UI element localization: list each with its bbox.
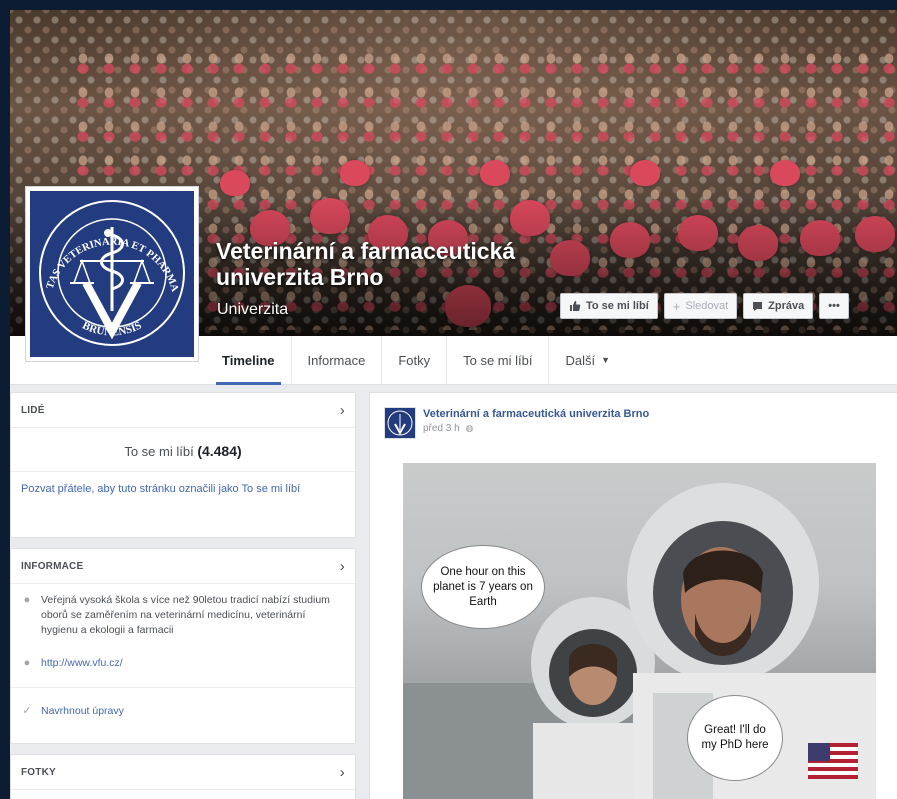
tab-fotky-label: Fotky xyxy=(398,352,431,368)
facebook-page: Veterinární a farmaceutická univerzita B… xyxy=(10,10,897,799)
more-options-button[interactable]: ••• xyxy=(819,293,849,319)
profile-picture[interactable]: UNIVERSITAS VETERINARIA ET PHARMACEUTICA… xyxy=(25,183,199,362)
message-button[interactable]: Zpráva xyxy=(743,293,814,319)
checkmark-icon: ✓ xyxy=(22,705,32,717)
photos-header[interactable]: FOTKY › xyxy=(11,755,355,790)
tab-fotky[interactable]: Fotky xyxy=(382,336,448,384)
tab-likes[interactable]: To se mi líbí xyxy=(447,336,550,384)
globe-icon: ◍ xyxy=(465,423,474,433)
speech-bubble-right: Great! I'll do my PhD here xyxy=(687,695,783,781)
plus-icon: + xyxy=(672,298,681,314)
post-author-avatar[interactable] xyxy=(384,407,416,439)
tab-informace[interactable]: Informace xyxy=(292,336,383,384)
people-header[interactable]: LIDÉ › xyxy=(11,393,355,428)
post-author-name[interactable]: Veterinární a farmaceutická univerzita B… xyxy=(423,408,649,420)
suggest-edits-row[interactable]: ✓ Navrhnout úpravy xyxy=(11,687,355,723)
svg-text:UNIVERSITAS VETERINARIA ET PHA: UNIVERSITAS VETERINARIA ET PHARMACEUTICA xyxy=(30,191,180,294)
likes-label: To se mi líbí xyxy=(124,444,194,459)
about-card: INFORMACE › ● Veřejná vysoká škola s víc… xyxy=(10,548,356,744)
globe-icon: ● xyxy=(23,657,31,669)
like-page-label: To se mi líbí xyxy=(586,300,649,312)
follow-button[interactable]: + Sledovat xyxy=(663,293,738,319)
page-tabs: Timeline Informace Fotky To se mi líbí D… xyxy=(206,336,626,385)
thumbs-up-icon xyxy=(570,301,581,311)
flag-patch xyxy=(808,743,858,779)
info-icon: ● xyxy=(23,594,31,606)
more-icon: ••• xyxy=(828,300,840,312)
chevron-right-icon: › xyxy=(339,401,345,419)
university-logo: UNIVERSITAS VETERINARIA ET PHARMACEUTICA… xyxy=(26,183,194,357)
suggest-edits[interactable]: Navrhnout úpravy xyxy=(41,704,124,719)
speech-bubble-left: One hour on this planet is 7 years on Ea… xyxy=(421,545,545,629)
about-description: Veřejná vysoká škola s více než 90letou … xyxy=(41,594,330,636)
about-header[interactable]: INFORMACE › xyxy=(11,549,355,584)
tab-likes-label: To se mi líbí xyxy=(463,352,533,368)
invite-friends-link[interactable]: Pozvat přátele, aby tuto stránku označil… xyxy=(11,472,355,507)
people-header-label: LIDÉ xyxy=(21,404,45,416)
about-website-row[interactable]: ● http://www.vfu.cz/ xyxy=(11,642,355,675)
follow-label: Sledovat xyxy=(685,300,729,312)
astronauts-illustration xyxy=(403,483,876,799)
post-image[interactable]: One hour on this planet is 7 years on Ea… xyxy=(403,463,876,799)
tab-more-label: Další xyxy=(565,352,596,368)
post-timestamp[interactable]: před 3 h ◍ xyxy=(423,423,473,434)
tab-timeline-label: Timeline xyxy=(222,352,275,368)
post-time-text: před 3 h xyxy=(423,423,460,434)
tab-more[interactable]: Další ▼ xyxy=(549,336,626,384)
message-icon xyxy=(753,301,763,311)
message-label: Zpráva xyxy=(768,300,805,312)
chevron-right-icon: › xyxy=(339,557,345,575)
people-card: LIDÉ › To se mi líbí (4.484) Pozvat přát… xyxy=(10,392,356,538)
page-category[interactable]: Univerzita xyxy=(217,301,288,319)
tab-timeline[interactable]: Timeline xyxy=(206,336,292,385)
about-description-row: ● Veřejná vysoká škola s více než 90leto… xyxy=(11,584,355,642)
caret-down-icon: ▼ xyxy=(601,355,611,365)
post-card: Veterinární a farmaceutická univerzita B… xyxy=(369,392,897,799)
like-page-button[interactable]: To se mi líbí xyxy=(560,293,658,319)
photos-card: FOTKY › xyxy=(10,754,356,799)
likes-count-line: To se mi líbí (4.484) xyxy=(11,428,355,472)
chevron-right-icon: › xyxy=(339,763,345,781)
likes-count: (4.484) xyxy=(197,443,242,459)
cover-actions: To se mi líbí + Sledovat Zpráva ••• xyxy=(560,293,849,319)
tab-informace-label: Informace xyxy=(307,352,366,368)
page-name[interactable]: Veterinární a farmaceutická univerzita B… xyxy=(216,238,596,290)
about-website[interactable]: http://www.vfu.cz/ xyxy=(41,656,123,671)
photos-header-label: FOTKY xyxy=(21,766,56,778)
about-header-label: INFORMACE xyxy=(21,560,84,572)
